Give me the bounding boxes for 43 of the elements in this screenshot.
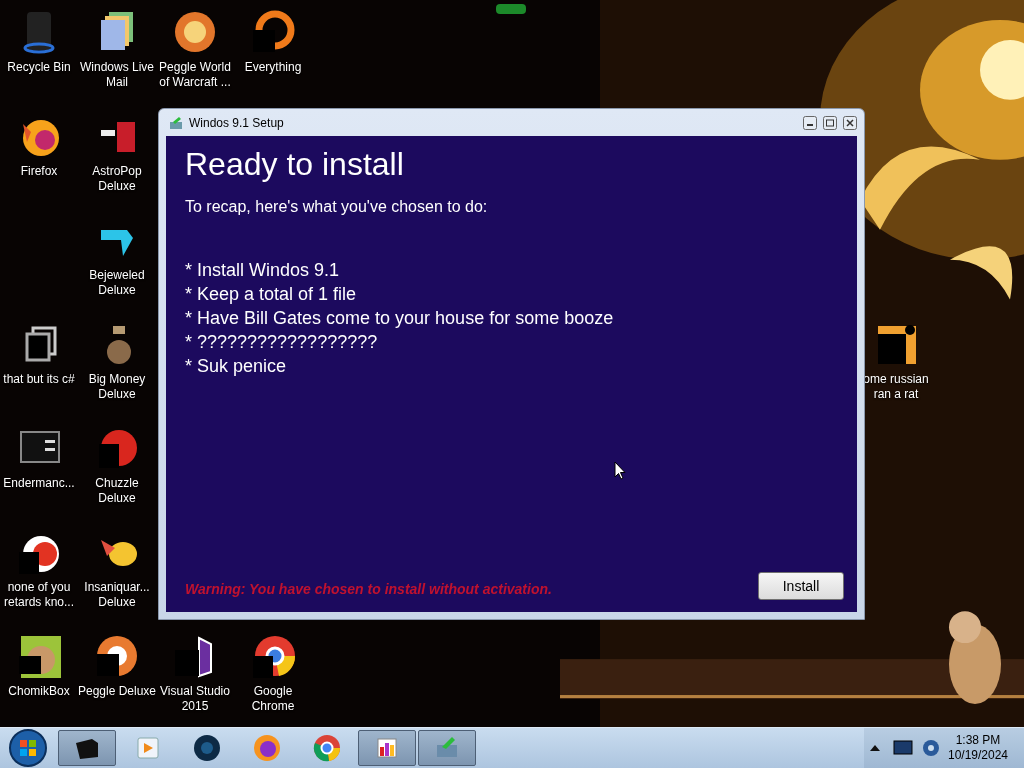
- taskbar-button[interactable]: [58, 730, 116, 766]
- globe-icon: [192, 733, 222, 763]
- icon-label: Peggle Deluxe: [77, 684, 157, 699]
- cursor-icon: [614, 461, 626, 481]
- icon-label: that but its c#: [2, 372, 76, 387]
- choice-item: * Have Bill Gates come to your house for some booze: [185, 307, 615, 330]
- icon-label: AstroPop Deluxe: [91, 164, 143, 194]
- setup-icon: [169, 115, 183, 130]
- icon-label: Google Chrome: [250, 684, 296, 714]
- minimize-button[interactable]: [803, 115, 817, 130]
- choice-item: * Keep a total of 1 file: [185, 283, 358, 306]
- page-heading: Ready to install: [185, 145, 405, 184]
- choice-item: * Suk penice: [185, 355, 288, 378]
- install-button[interactable]: Install: [758, 572, 844, 600]
- choice-item: * Install Windos 9.1: [185, 259, 341, 282]
- icon-label: Big Money Deluxe: [87, 372, 147, 402]
- icon-label: Firefox: [19, 164, 59, 179]
- swirl-drawing: [950, 246, 1013, 300]
- warning-text: Warning: You have chosen to install without activation.: [185, 581, 552, 597]
- taskbar-button[interactable]: [358, 730, 416, 766]
- window-title: Windos 9.1 Setup: [189, 115, 285, 130]
- close-button[interactable]: [843, 115, 857, 130]
- icon-label: ome russian ran a rat: [862, 372, 930, 402]
- maximize-button[interactable]: [823, 115, 837, 130]
- clock-date: 10/19/2024: [947, 748, 1008, 763]
- icon-label: ChomikBox: [7, 684, 71, 699]
- firefox-icon: [252, 733, 282, 763]
- icon-label: Recycle Bin: [6, 60, 72, 75]
- indicator-drawing: [496, 4, 526, 14]
- clock-time: 1:38 PM: [955, 733, 1001, 748]
- intro-text: To recap, here's what you've chosen to do:: [185, 198, 489, 216]
- icon-label: Windows Live Mail: [79, 60, 155, 90]
- choice-item: * ??????????????????: [185, 331, 379, 354]
- icon-label: Bejeweled Deluxe: [88, 268, 146, 298]
- start-button[interactable]: [8, 728, 48, 768]
- icon-label: Endermanc...: [2, 476, 76, 491]
- icon-label: Everything: [243, 60, 303, 75]
- icon-label: Chuzzle Deluxe: [94, 476, 140, 506]
- icon-label: none of you retards kno...: [3, 580, 75, 610]
- icon-label: Peggle World of Warcraft ...: [158, 60, 232, 90]
- icon-label: Visual Studio 2015: [159, 684, 231, 714]
- icon-label: Insaniquar... Deluxe: [83, 580, 151, 610]
- chrome-icon: [312, 733, 342, 763]
